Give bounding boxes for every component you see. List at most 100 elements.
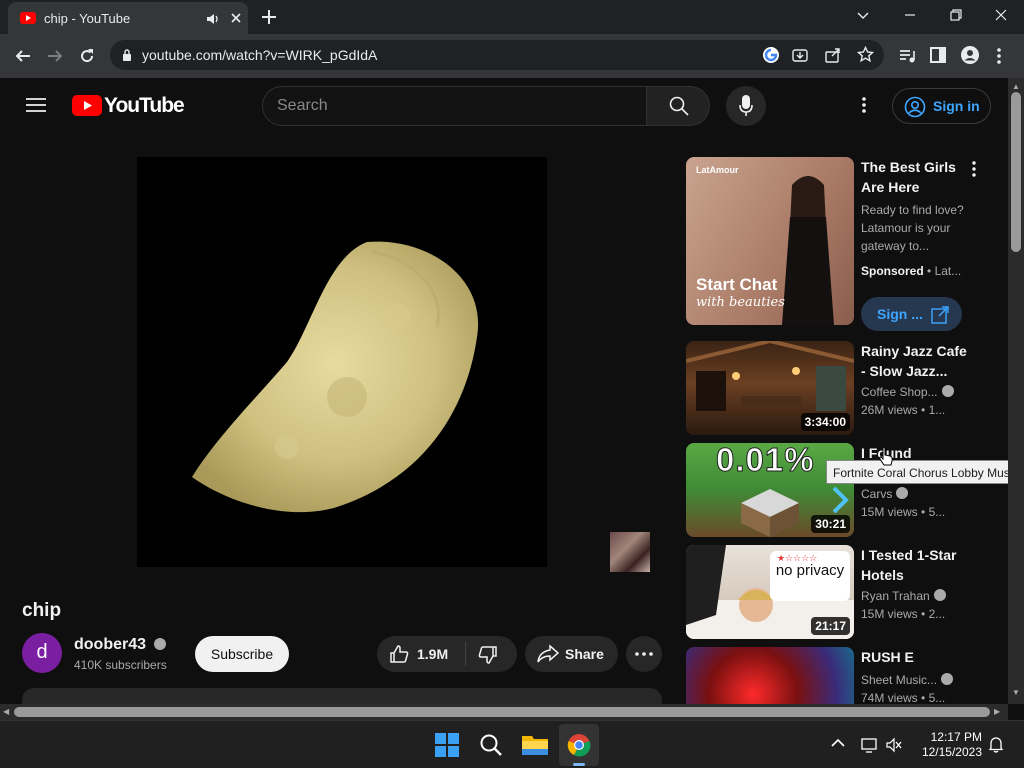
channel-avatar[interactable]: d <box>22 633 62 673</box>
horizontal-scroll-thumb[interactable] <box>14 707 990 717</box>
media-control-icon[interactable] <box>898 47 916 65</box>
video-meta: 15M views • 2... <box>861 607 946 621</box>
restore-icon[interactable] <box>949 8 963 22</box>
sidebar-video-item[interactable]: RUSH E Sheet Music... 74M views • 5... <box>686 647 996 704</box>
youtube-favicon-icon <box>20 12 36 24</box>
search-box[interactable] <box>262 86 647 126</box>
sidebar-ad-card[interactable]: LatAmour Start Chat with beauties The Be… <box>686 157 996 331</box>
chrome-menu-icon[interactable] <box>996 47 1002 65</box>
lock-icon[interactable] <box>122 49 132 61</box>
ad-sponsor-line: Sponsored • Lat... <box>861 264 961 278</box>
system-clock[interactable]: 12:17 PM 12/15/2023 <box>914 730 982 760</box>
notification-bell-icon[interactable] <box>989 736 1003 753</box>
video-player[interactable] <box>137 157 547 567</box>
scroll-left-arrow-icon[interactable]: ◀ <box>3 707 9 716</box>
video-channel-name: Coffee Shop... <box>861 385 938 399</box>
like-dislike-group: 1.9M <box>377 636 517 672</box>
volume-muted-icon[interactable] <box>886 737 902 753</box>
reload-icon[interactable] <box>78 47 96 65</box>
video-thumbnail[interactable]: 3:34:00 <box>686 341 854 435</box>
like-icon[interactable] <box>389 644 409 664</box>
profile-icon[interactable] <box>960 45 980 65</box>
new-tab-plus-icon[interactable] <box>260 8 278 26</box>
sidebar-video-item[interactable]: 3:34:00 Rainy Jazz Cafe - Slow Jazz... C… <box>686 341 996 435</box>
tab-audio-icon[interactable] <box>206 12 220 26</box>
minimize-icon[interactable] <box>903 8 917 22</box>
clock-date: 12/15/2023 <box>921 745 982 759</box>
video-channel[interactable]: Coffee Shop... <box>861 385 954 399</box>
video-meta: 74M views • 5... <box>861 691 946 704</box>
side-panel-icon[interactable] <box>930 47 946 63</box>
ad-more-icon[interactable] <box>971 161 977 177</box>
windows-start-icon[interactable] <box>435 733 459 757</box>
scroll-right-arrow-icon[interactable]: ▶ <box>994 707 1000 716</box>
share-page-icon[interactable] <box>825 47 841 63</box>
file-explorer-icon[interactable] <box>522 733 548 755</box>
address-bar[interactable]: youtube.com/watch?v=WIRK_pGdIdA <box>110 40 884 70</box>
sidebar-video-item[interactable]: ★☆☆☆☆ no privacy 21:17 I Tested 1-Star H… <box>686 545 996 639</box>
tab-close-icon[interactable] <box>230 12 242 24</box>
chrome-taskbar-button[interactable] <box>559 724 599 766</box>
more-actions-button[interactable] <box>626 636 662 672</box>
ad-thumbnail[interactable]: LatAmour Start Chat with beauties <box>686 157 854 325</box>
network-icon[interactable] <box>861 737 877 753</box>
dislike-icon[interactable] <box>478 645 498 665</box>
ad-subline: with beauties <box>696 295 785 310</box>
ad-cta-button[interactable]: Sign ... <box>861 297 962 331</box>
video-age: 5... <box>928 691 946 704</box>
video-meta: 15M views • 5... <box>861 505 946 519</box>
taskbar-search-icon[interactable] <box>479 733 503 757</box>
video-thumbnail[interactable] <box>686 647 854 704</box>
scroll-down-arrow-icon[interactable]: ▼ <box>1012 688 1020 697</box>
video-channel[interactable]: Sheet Music... <box>861 673 954 687</box>
close-window-icon[interactable] <box>994 8 1008 22</box>
settings-more-icon[interactable] <box>861 96 867 114</box>
browser-toolbar: youtube.com/watch?v=WIRK_pGdIdA <box>0 34 1024 78</box>
video-thumbnail[interactable]: 0.01% 30:21 <box>686 443 854 537</box>
channel-name[interactable]: doober43 <box>74 636 167 654</box>
verified-check-icon <box>941 673 954 685</box>
video-views: 15M views <box>861 607 918 621</box>
end-screen-thumbnail[interactable] <box>610 532 650 572</box>
video-title: chip <box>22 600 62 621</box>
video-channel[interactable]: Ryan Trahan <box>861 589 946 603</box>
video-title-link[interactable]: Rainy Jazz Cafe - Slow Jazz... <box>861 341 971 381</box>
browser-tab-strip: chip - YouTube <box>0 0 1024 34</box>
youtube-logo-text: YouTube <box>104 94 185 117</box>
active-app-indicator <box>573 763 585 766</box>
show-hidden-icons-chevron-up-icon[interactable] <box>831 738 845 748</box>
search-input[interactable] <box>277 95 637 117</box>
ad-title[interactable]: The Best Girls Are Here <box>861 157 971 197</box>
video-title-link[interactable]: RUSH E <box>861 647 971 667</box>
back-arrow-icon[interactable] <box>14 47 32 65</box>
hand-cursor-icon <box>878 446 894 466</box>
url-text: youtube.com/watch?v=WIRK_pGdIdA <box>142 47 378 63</box>
tab-search-chevron-down-icon[interactable] <box>856 8 870 22</box>
bookmark-star-icon[interactable] <box>857 46 874 63</box>
search-button[interactable] <box>646 86 710 126</box>
thumbnail-overlay-text: 0.01% <box>716 443 815 479</box>
video-title-link[interactable]: I Tested 1-Star Hotels <box>861 545 971 585</box>
video-views: 74M views <box>861 691 918 704</box>
external-link-icon <box>931 306 949 324</box>
forward-arrow-icon[interactable] <box>46 47 64 65</box>
video-channel[interactable]: Carvs <box>861 487 909 501</box>
video-duration: 30:21 <box>811 515 850 533</box>
vertical-scroll-thumb[interactable] <box>1011 92 1021 252</box>
subscribe-button[interactable]: Subscribe <box>195 636 289 672</box>
install-app-icon[interactable] <box>792 47 808 63</box>
thumbnail-overlay-text: no privacy <box>775 562 845 579</box>
voice-search-button[interactable] <box>726 86 766 126</box>
sign-in-button[interactable]: Sign in <box>892 88 991 124</box>
clock-time: 12:17 PM <box>930 730 982 744</box>
scroll-up-arrow-icon[interactable]: ▲ <box>1012 82 1020 91</box>
video-age: 2... <box>928 607 946 621</box>
share-button[interactable]: Share <box>525 636 618 672</box>
hamburger-menu-icon[interactable] <box>26 97 46 113</box>
sign-in-label: Sign in <box>933 98 980 114</box>
chrome-icon <box>567 733 591 757</box>
sidebar-video-item[interactable]: 0.01% 30:21 I Found Carvs 15M views • 5.… <box>686 443 996 537</box>
browser-tab[interactable]: chip - YouTube <box>8 2 248 34</box>
video-thumbnail[interactable]: ★☆☆☆☆ no privacy 21:17 <box>686 545 854 639</box>
google-icon[interactable] <box>762 46 780 64</box>
